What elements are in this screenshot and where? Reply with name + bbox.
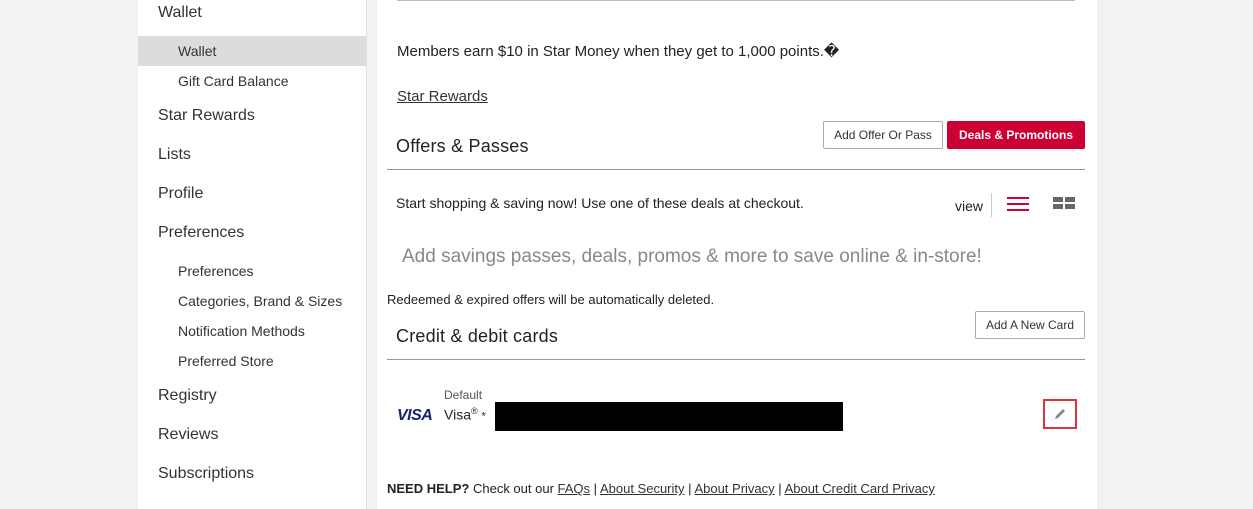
sidebar-item-wallet[interactable]: Wallet — [158, 4, 202, 22]
about-privacy-link[interactable]: About Privacy — [694, 481, 774, 496]
sidebar-subitem-gift-card-balance[interactable]: Gift Card Balance — [178, 73, 289, 89]
sidebar-item-lists[interactable]: Lists — [158, 146, 191, 164]
sidebar-subitem-notification-methods[interactable]: Notification Methods — [178, 323, 305, 339]
about-security-link[interactable]: About Security — [600, 481, 685, 496]
add-new-card-button[interactable]: Add A New Card — [975, 311, 1085, 339]
offers-section-title: Offers & Passes — [396, 136, 529, 156]
list-view-icon[interactable] — [1007, 197, 1029, 215]
offers-intro-text: Start shopping & saving now! Use one of … — [396, 195, 804, 211]
cards-divider — [387, 359, 1085, 360]
account-sidebar: Wallet Wallet Gift Card Balance Star Rew… — [138, 0, 367, 509]
sidebar-subitem-preferred-store[interactable]: Preferred Store — [178, 353, 274, 369]
cards-section-title: Credit & debit cards — [396, 326, 559, 346]
default-card-label: Default — [444, 388, 483, 402]
faqs-link[interactable]: FAQs — [558, 481, 591, 496]
wallet-main-panel: Members earn $10 in Star Money when they… — [377, 0, 1097, 509]
help-separator: | — [688, 481, 692, 496]
edit-card-button[interactable] — [1043, 399, 1077, 429]
card-name: Visa® * — [444, 406, 486, 423]
sidebar-item-preferences[interactable]: Preferences — [158, 224, 244, 242]
sidebar-item-subscriptions[interactable]: Subscriptions — [158, 465, 254, 483]
need-help-label: NEED HELP? — [387, 481, 470, 496]
sidebar-item-registry[interactable]: Registry — [158, 387, 217, 405]
sidebar-subitem-categories-brand-sizes[interactable]: Categories, Brand & Sizes — [178, 293, 342, 309]
card-mask: * — [481, 410, 486, 423]
deals-promotions-button[interactable]: Deals & Promotions — [947, 121, 1085, 149]
offers-divider — [387, 169, 1085, 170]
registered-mark: ® — [470, 406, 478, 416]
star-rewards-link[interactable]: Star Rewards — [397, 88, 488, 105]
sidebar-item-reviews[interactable]: Reviews — [158, 426, 218, 444]
card-brand-text: Visa — [444, 406, 471, 423]
check-out-text: Check out our — [472, 481, 554, 496]
add-offer-button[interactable]: Add Offer Or Pass — [823, 121, 943, 149]
pencil-icon — [1055, 409, 1065, 419]
help-separator: | — [593, 481, 598, 496]
sidebar-item-star-rewards[interactable]: Star Rewards — [158, 107, 255, 125]
redacted-card-number — [495, 402, 843, 431]
offers-empty-message: Add savings passes, deals, promos & more… — [402, 246, 982, 267]
top-divider — [397, 0, 1075, 1]
redeemed-note: Redeemed & expired offers will be automa… — [387, 292, 715, 307]
sidebar-subitem-wallet[interactable]: Wallet — [178, 43, 216, 59]
sidebar-subitem-preferences[interactable]: Preferences — [178, 263, 253, 279]
grid-view-icon[interactable] — [1053, 197, 1075, 209]
sidebar-item-profile[interactable]: Profile — [158, 185, 203, 203]
about-credit-card-privacy-link[interactable]: About Credit Card Privacy — [785, 481, 935, 496]
rewards-info-text: Members earn $10 in Star Money when they… — [397, 43, 840, 60]
help-row: NEED HELP? Check out our FAQs | About Se… — [387, 481, 935, 496]
sidebar-active-highlight — [138, 36, 366, 66]
view-label: view — [955, 198, 984, 214]
view-separator — [991, 193, 992, 217]
help-separator: | — [778, 481, 782, 496]
visa-logo-icon: VISA — [397, 407, 433, 424]
